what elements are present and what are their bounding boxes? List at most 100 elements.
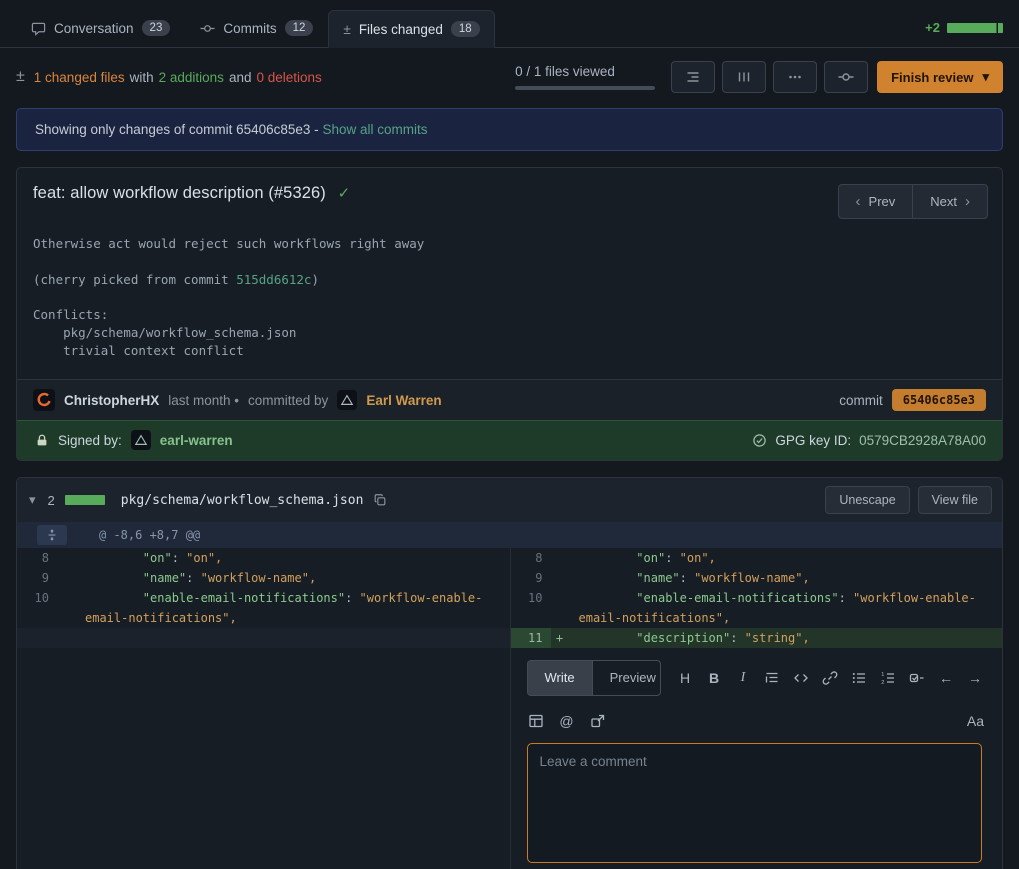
code-line: "name": "workflow-name",	[75, 568, 510, 588]
svg-text:2: 2	[881, 680, 884, 686]
table-button[interactable]	[527, 711, 545, 731]
gpg-key-id: 0579CB2928A78A00	[859, 433, 986, 448]
commit-details-box: feat: allow workflow description (#5326)…	[16, 167, 1003, 461]
author-avatar[interactable]	[33, 389, 55, 411]
line-number[interactable]: 10	[17, 588, 57, 628]
file-name[interactable]: pkg/schema/workflow_schema.json	[121, 493, 364, 508]
cherry-pick-hash-link[interactable]: 515dd6612c	[236, 272, 311, 287]
deletions-text: 0 deletions	[256, 70, 321, 85]
mention-button[interactable]: @	[558, 711, 576, 731]
unified-diff-view-button[interactable]	[671, 61, 715, 93]
diff-hunk-row: @ -8,6 +8,7 @@	[17, 522, 1002, 548]
next-label: Next	[930, 194, 957, 209]
diff-line: 10 "enable-email-notifications": "workfl…	[17, 588, 510, 628]
changed-files-link[interactable]: 1 changed files	[34, 70, 125, 85]
commit-select-button[interactable]	[824, 61, 868, 93]
hunk-header-text: @ -8,6 +8,7 @@	[86, 522, 200, 548]
files-viewed-label: 0 / 1 files viewed	[515, 64, 615, 79]
numbered-list-button[interactable]: 12	[879, 668, 897, 688]
commit-header: feat: allow workflow description (#5326)…	[17, 168, 1002, 219]
summary-text: with	[130, 70, 154, 85]
link-button[interactable]	[821, 668, 839, 688]
diff-old-side: 8 "on": "on", 9 "name": "workflow-name",…	[17, 548, 510, 869]
tab-conversation[interactable]: Conversation 23	[16, 9, 185, 47]
editor-mode-tabs: Write Preview	[527, 660, 662, 696]
prev-commit-button[interactable]: ‹ Prev	[838, 184, 914, 219]
commit-author-row: ChristopherHX last month • committed by …	[17, 379, 1002, 420]
file-actions: Unescape View file	[825, 486, 992, 514]
diff-options-button[interactable]	[773, 61, 817, 93]
bullet-list-button[interactable]	[850, 668, 868, 688]
signer-name-link[interactable]: earl-warren	[160, 433, 233, 448]
code-button[interactable]	[792, 668, 810, 688]
inline-comment-editor: Write Preview H B I	[511, 648, 1003, 869]
tab-label: Conversation	[54, 21, 134, 36]
unescape-button[interactable]: Unescape	[825, 486, 909, 514]
committer-avatar[interactable]	[337, 390, 357, 410]
finish-review-label: Finish review	[891, 70, 973, 85]
pr-diff-stat: +2	[925, 20, 1003, 35]
committed-by-label: committed by	[248, 393, 328, 408]
write-tab[interactable]: Write	[528, 661, 592, 695]
author-name[interactable]: ChristopherHX	[64, 393, 159, 408]
code-line: "on": "on",	[75, 548, 510, 568]
reference-button[interactable]	[589, 711, 607, 731]
split-diff-view-button[interactable]	[722, 61, 766, 93]
diff-line: 9 "name": "workflow-name",	[17, 568, 510, 588]
signer-avatar[interactable]	[131, 430, 151, 450]
undo-icon[interactable]: ←	[937, 668, 955, 688]
tab-commits[interactable]: Commits 12	[185, 9, 328, 47]
banner-text: Showing only changes of commit 65406c85e…	[35, 122, 319, 137]
gpg-key-info: GPG key ID: 0579CB2928A78A00	[752, 433, 986, 448]
tab-label: Commits	[223, 21, 276, 36]
diff-line: 9 "name": "workflow-name",	[511, 568, 1003, 588]
line-number[interactable]: 8	[511, 548, 551, 568]
preview-tab[interactable]: Preview	[592, 661, 661, 695]
diff-line: 10 "enable-email-notifications": "workfl…	[511, 588, 1003, 628]
svg-text:1: 1	[881, 672, 884, 678]
redo-icon[interactable]: →	[966, 668, 984, 688]
finish-review-button[interactable]: Finish review ▾	[877, 61, 1003, 93]
pr-tab-bar: Conversation 23 Commits 12 ± Files chang…	[0, 0, 1019, 48]
single-commit-banner: Showing only changes of commit 65406c85e…	[16, 108, 1003, 151]
commit-status-check-icon: ✓	[338, 185, 351, 202]
line-number[interactable]: 11	[511, 628, 551, 648]
line-number[interactable]: 8	[17, 548, 57, 568]
chevron-left-icon: ‹	[856, 193, 861, 210]
line-number[interactable]: 10	[511, 588, 551, 628]
view-file-button[interactable]: View file	[918, 486, 992, 514]
line-number[interactable]: 9	[17, 568, 57, 588]
italic-button[interactable]: I	[734, 668, 752, 688]
heading-button[interactable]: H	[676, 668, 694, 688]
commit-label: commit	[839, 393, 883, 408]
prev-label: Prev	[869, 194, 896, 209]
additions-text: 2 additions	[159, 70, 224, 85]
tab-count-badge: 23	[142, 20, 171, 36]
diff-empty-placeholder	[17, 628, 510, 648]
comment-textarea[interactable]	[527, 743, 983, 863]
tab-files-changed[interactable]: ± Files changed 18	[328, 10, 494, 48]
next-commit-button[interactable]: Next ›	[912, 184, 988, 219]
collapse-file-icon[interactable]: ▾	[27, 492, 38, 508]
diff-line: 8 "on": "on",	[511, 548, 1003, 568]
task-list-button[interactable]	[908, 668, 926, 688]
expand-hunk-button[interactable]	[37, 525, 67, 545]
file-diffstat-bar	[65, 495, 105, 505]
commit-sha-badge[interactable]: 65406c85e3	[892, 389, 986, 411]
file-change-count: 2	[48, 493, 55, 508]
additions-count: +2	[925, 20, 940, 35]
copy-filename-icon[interactable]	[373, 493, 387, 507]
commit-time: last month •	[168, 393, 239, 408]
format-buttons: H B I	[676, 668, 984, 688]
committer-name[interactable]: Earl Warren	[366, 393, 441, 408]
diff-new-side: 8 "on": "on", 9 "name": "workflow-name",…	[510, 548, 1003, 869]
quote-button[interactable]	[763, 668, 781, 688]
tab-label: Files changed	[359, 22, 443, 37]
review-toolbar: 0 / 1 files viewed Finish review ▾	[515, 61, 1003, 93]
diff-icon: ±	[343, 22, 350, 37]
bold-button[interactable]: B	[705, 668, 723, 688]
text-size-button[interactable]: Aa	[967, 711, 984, 731]
show-all-commits-link[interactable]: Show all commits	[322, 122, 427, 137]
files-viewed-progress: 0 / 1 files viewed	[515, 64, 655, 90]
line-number[interactable]: 9	[511, 568, 551, 588]
